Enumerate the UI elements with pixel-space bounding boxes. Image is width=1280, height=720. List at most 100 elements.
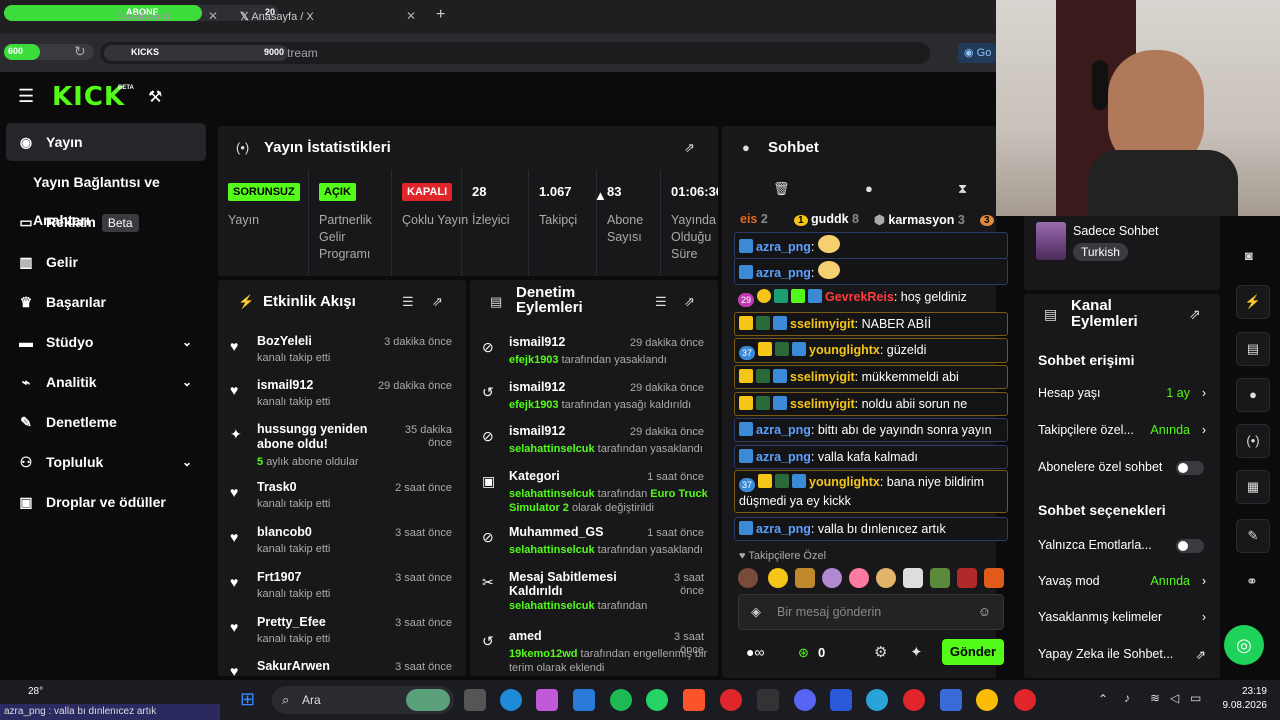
share-icon[interactable]: ⚭ bbox=[1246, 573, 1258, 590]
emotes-only-toggle[interactable] bbox=[1176, 539, 1204, 553]
chat-username[interactable]: GevrekReis bbox=[825, 290, 894, 304]
lightning-button[interactable]: ⚡ bbox=[1236, 285, 1270, 319]
emote[interactable] bbox=[738, 568, 758, 588]
chat-username[interactable]: younglightx bbox=[809, 475, 880, 489]
emoji-icon[interactable]: ☺ bbox=[978, 604, 991, 619]
popout-icon[interactable]: ⇗ bbox=[684, 140, 695, 156]
tab-x[interactable]: 𝕏 Anasayfa / X bbox=[240, 4, 400, 30]
moderation-row[interactable]: ⊘ Muhammed_GS 1 saat önce selahattinselcuk … bbox=[480, 525, 710, 569]
app-icon[interactable] bbox=[830, 689, 852, 711]
moderation-row[interactable]: ⊘ ismail912 29 dakika önce efejk1903 tarafı… bbox=[480, 335, 710, 379]
copilot-icon[interactable] bbox=[536, 689, 558, 711]
emote[interactable] bbox=[903, 568, 923, 588]
account-age-setting[interactable]: Hesap yaşı 1 ay › bbox=[1022, 386, 1222, 404]
spotify-icon[interactable] bbox=[610, 689, 632, 711]
new-tab-icon[interactable]: + bbox=[436, 6, 445, 24]
chrome-icon[interactable] bbox=[976, 689, 998, 711]
battery-icon[interactable]: ▭ bbox=[1190, 691, 1201, 705]
emote[interactable] bbox=[822, 568, 842, 588]
app-icon[interactable] bbox=[573, 689, 595, 711]
chat-message[interactable]: 37 younglightx: bana niye bildirim düşmed… bbox=[734, 470, 1008, 513]
taskbar-search[interactable]: ⌕ Ara bbox=[272, 686, 454, 714]
filter-icon[interactable]: ☰ bbox=[655, 294, 667, 310]
tab-dashboard[interactable]: Dashboard bbox=[116, 4, 216, 30]
moderation-row[interactable]: ↺ ismail912 29 dakika önce efejk1903 tarafı… bbox=[480, 380, 710, 424]
banned-words-setting[interactable]: Yasaklanmış kelimeler › bbox=[1022, 610, 1222, 628]
chat-message[interactable]: sselimyigit: mükkemmeldi abi bbox=[734, 365, 1008, 389]
sidebar-item-topluluk[interactable]: ⚇ Topluluk ⌄ bbox=[6, 443, 206, 481]
emote[interactable] bbox=[876, 568, 896, 588]
sidebar-item-basarilar[interactable]: ♛ Başarılar bbox=[6, 283, 206, 321]
chat-bubble-icon[interactable]: ● bbox=[865, 181, 873, 196]
chat-username[interactable]: azra_png bbox=[756, 266, 811, 280]
microphone-icon[interactable]: ♪ bbox=[1124, 691, 1130, 705]
telegram-icon[interactable] bbox=[866, 689, 888, 711]
chat-message[interactable]: azra_png: valla bı dınlenıcez artık bbox=[734, 517, 1008, 541]
chat-message[interactable]: azra_png: valla kafa kalmadı bbox=[734, 445, 1008, 469]
activity-row[interactable]: ♥ Frt1907 kanalı takip etti 3 saat önce bbox=[228, 570, 458, 614]
popout-icon[interactable]: ⇗ bbox=[432, 294, 443, 310]
chat-message[interactable]: azra_png: bittı abı de yayındn sonra yay… bbox=[734, 418, 1008, 442]
edge-icon[interactable] bbox=[500, 689, 522, 711]
chat-input[interactable]: ◈ Bir mesaj gönderin ☺ bbox=[738, 594, 1004, 630]
sidebar-item-analitik[interactable]: ⌁ Analitik ⌄ bbox=[6, 363, 206, 401]
chat-message[interactable]: azra_png: bbox=[734, 232, 1008, 259]
chat-message[interactable]: 37 younglightx: güzeldi bbox=[734, 338, 1008, 363]
whatsapp-icon[interactable] bbox=[646, 689, 668, 711]
volume-icon[interactable]: ◁ bbox=[1170, 691, 1179, 705]
chat-message[interactable]: azra_png: bbox=[734, 258, 1008, 285]
opera-gx-icon[interactable] bbox=[903, 689, 925, 711]
moderation-row[interactable]: ↺ amed 3 saat önce 19kemo12wd tarafından en… bbox=[480, 629, 710, 674]
chat-username[interactable]: azra_png bbox=[756, 423, 811, 437]
reload-icon[interactable]: ↻ bbox=[74, 43, 86, 60]
support-button[interactable]: ◎ bbox=[1224, 625, 1264, 665]
followers-only-setting[interactable]: Takipçilere özel... Anında › bbox=[1022, 423, 1222, 441]
notes-button[interactable]: ▤ bbox=[1236, 332, 1270, 366]
chat-username[interactable]: sselimyigit bbox=[790, 317, 855, 331]
sidebar-item-denetleme[interactable]: ✎ Denetleme bbox=[6, 403, 206, 441]
opera-icon[interactable] bbox=[720, 689, 742, 711]
sidebar-item-yayin[interactable]: ◉ Yayın bbox=[6, 123, 206, 161]
filter-icon[interactable]: ☰ bbox=[402, 294, 414, 310]
sidebar-item-stream-key[interactable]: Yayın Bağlantısı ve Anahtarı bbox=[6, 163, 206, 228]
wifi-icon[interactable]: ≋ bbox=[1150, 691, 1160, 705]
broadcast-button[interactable]: (•) bbox=[1236, 424, 1270, 458]
camera-icon[interactable]: ◙ bbox=[1245, 248, 1253, 263]
chat-message[interactable]: sselimyigit: noldu abii sorun ne bbox=[734, 392, 1008, 416]
emote[interactable] bbox=[957, 568, 977, 588]
activity-row[interactable]: ♥ blancob0 kanalı takip etti 3 saat önce bbox=[228, 525, 458, 569]
chat-username[interactable]: sselimyigit bbox=[790, 370, 855, 384]
brave-icon[interactable] bbox=[683, 689, 705, 711]
moderation-row[interactable]: ▣ Kategori 1 saat önce selahattinselcuk tar… bbox=[480, 469, 710, 514]
go-button[interactable]: ◉ Go bbox=[958, 43, 996, 63]
activity-row[interactable]: ♥ ismail912 kanalı takip etti 29 dakika önc… bbox=[228, 378, 458, 422]
chat-button[interactable]: ● bbox=[1236, 378, 1270, 412]
chat-message[interactable]: 29 GevrekReis: hoş geldiniz bbox=[734, 286, 1008, 309]
menu-icon[interactable]: ☰ bbox=[18, 86, 34, 107]
activity-row[interactable]: ♥ Pretty_Efee kanalı takip etti 3 saat önce bbox=[228, 615, 458, 659]
emote[interactable] bbox=[984, 568, 1004, 588]
game-icon[interactable] bbox=[757, 689, 779, 711]
sidebar-item-droplar[interactable]: ▣ Droplar ve ödüller bbox=[6, 483, 206, 521]
kick-logo[interactable]: KICK bbox=[52, 82, 125, 112]
task-view-icon[interactable] bbox=[464, 689, 486, 711]
sidebar-item-gelir[interactable]: ▥ Gelir bbox=[6, 243, 206, 281]
clock-time[interactable]: 23:19 bbox=[1227, 686, 1267, 697]
sidebar-item-studyo[interactable]: ▬ Stüdyo ⌄ bbox=[6, 323, 206, 361]
hammer-icon[interactable]: ⚒ bbox=[148, 87, 162, 107]
moderation-row[interactable]: ✂ Mesaj Sabitlemesi Kaldırıldı 3 saat önce… bbox=[480, 570, 710, 614]
obs-icon[interactable] bbox=[1014, 689, 1036, 711]
windows-start-icon[interactable]: ⊞ bbox=[240, 689, 255, 710]
emote[interactable] bbox=[768, 568, 788, 588]
sidebar-item-reklam[interactable]: ▭ Reklam Beta bbox=[6, 203, 206, 241]
discord-icon[interactable] bbox=[794, 689, 816, 711]
trash-icon[interactable]: 🗑 bbox=[773, 181, 790, 197]
emote[interactable] bbox=[795, 568, 815, 588]
ai-chat-setting[interactable]: Yapay Zeka ile Sohbet... ⇗ bbox=[1022, 647, 1222, 665]
chat-username[interactable]: azra_png bbox=[756, 522, 811, 536]
clock-date[interactable]: 9.08.2026 bbox=[1214, 700, 1268, 711]
app-icon[interactable] bbox=[940, 689, 962, 711]
close-tab-icon[interactable]: ✕ bbox=[208, 9, 218, 23]
chat-username[interactable]: azra_png bbox=[756, 240, 811, 254]
hourglass-icon[interactable]: ⧗ bbox=[958, 181, 967, 197]
